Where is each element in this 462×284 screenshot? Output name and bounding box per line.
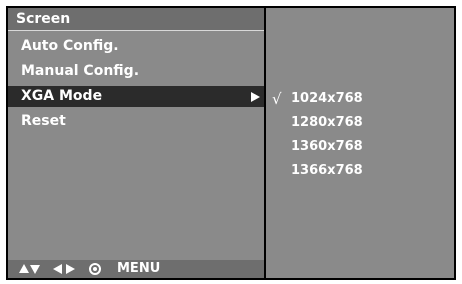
xga-option-label: 1280x768 — [291, 115, 363, 130]
xga-option-1366x768[interactable]: 1366x768 — [266, 160, 454, 182]
submenu-arrow-icon — [251, 92, 260, 102]
xga-option-label: 1360x768 — [291, 139, 363, 154]
up-arrow-icon — [19, 264, 29, 273]
main-menu-panel: Screen Auto Config. Manual Config. XGA M… — [8, 8, 264, 278]
menu-item-label: Manual Config. — [21, 63, 140, 79]
menu-item-xga-mode[interactable]: XGA Mode — [8, 86, 264, 107]
menu-item-reset[interactable]: Reset — [8, 111, 264, 132]
menu-footer-label: MENU — [117, 261, 161, 276]
menu-item-label: Auto Config. — [21, 38, 119, 54]
check-icon: √ — [272, 90, 282, 108]
xga-option-1024x768[interactable]: √ 1024x768 — [266, 88, 454, 110]
menu-title-bar: Screen — [8, 8, 264, 31]
menu-footer: MENU — [8, 260, 264, 278]
xga-option-1280x768[interactable]: 1280x768 — [266, 112, 454, 134]
menu-item-label: XGA Mode — [21, 88, 103, 104]
down-arrow-icon — [30, 265, 40, 274]
menu-item-auto-config[interactable]: Auto Config. — [8, 36, 264, 57]
right-arrow-icon — [66, 264, 75, 274]
left-arrow-icon — [53, 264, 62, 274]
menu-item-label: Reset — [21, 113, 66, 129]
ok-button-icon — [89, 263, 101, 275]
menu-title: Screen — [16, 11, 71, 27]
xga-option-label: 1366x768 — [291, 163, 363, 178]
xga-option-1360x768[interactable]: 1360x768 — [266, 136, 454, 158]
menu-item-manual-config[interactable]: Manual Config. — [8, 61, 264, 82]
xga-option-label: 1024x768 — [291, 91, 363, 106]
xga-mode-submenu: √ 1024x768 1280x768 1360x768 1366x768 — [266, 8, 454, 278]
